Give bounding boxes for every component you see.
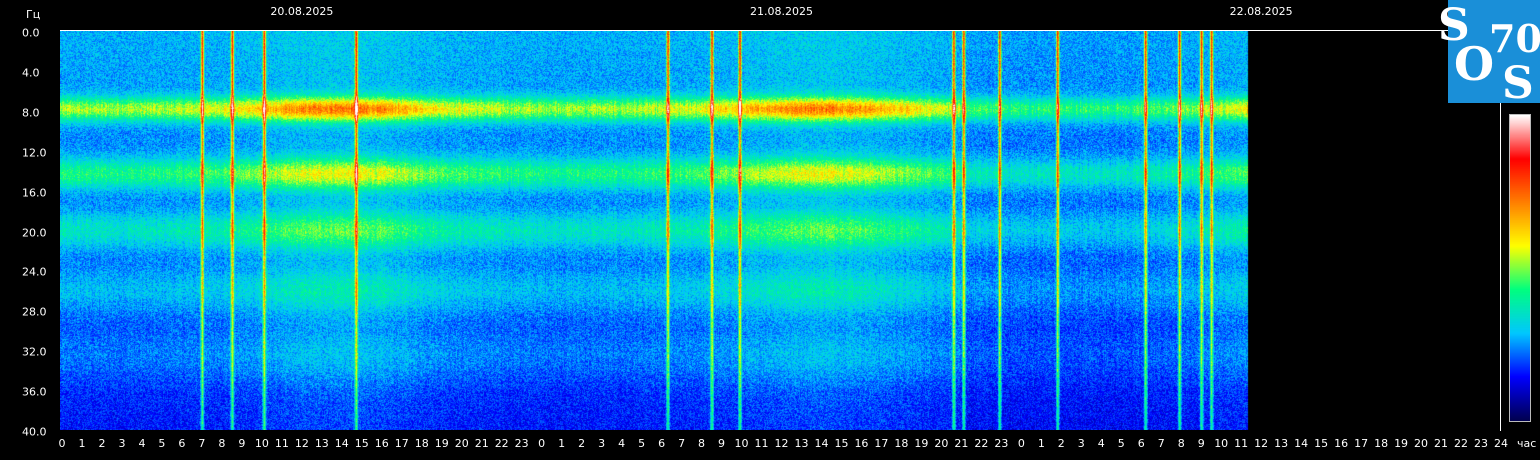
date-label: 21.08.2025 (750, 5, 813, 18)
x-tick-label: 11 (754, 437, 769, 450)
x-tick-label: 21 (1434, 437, 1449, 450)
x-tick-label: 13 (794, 437, 809, 450)
x-tick-label: 0 (58, 437, 66, 450)
x-tick-label: 3 (598, 437, 606, 450)
x-tick-label: 9 (1197, 437, 1205, 450)
x-tick-label: 23 (994, 437, 1009, 450)
color-scale-bar (1509, 114, 1531, 422)
x-tick-label: 23 (514, 437, 529, 450)
x-tick-label: 21 (474, 437, 489, 450)
x-tick-label: 4 (618, 437, 626, 450)
y-tick-label: 8.0 (22, 106, 40, 120)
x-tick-label: 4 (1097, 437, 1105, 450)
x-tick-label: 2 (578, 437, 586, 450)
x-tick-label: 20 (1414, 437, 1429, 450)
x-tick-label: 9 (718, 437, 726, 450)
x-tick-label: 10 (1214, 437, 1229, 450)
x-tick-label: 16 (1334, 437, 1349, 450)
x-tick-label: 2 (98, 437, 106, 450)
x-tick-label: 4 (138, 437, 146, 450)
x-tick-label: 17 (1354, 437, 1369, 450)
x-tick-label: 16 (374, 437, 389, 450)
x-tick-label: 8 (1177, 437, 1185, 450)
x-tick-label: 15 (1314, 437, 1329, 450)
x-tick-label: 18 (1374, 437, 1389, 450)
x-tick-label: 10 (734, 437, 749, 450)
x-tick-label: 19 (914, 437, 929, 450)
x-axis-label: час (1517, 437, 1537, 450)
x-tick-label: 13 (314, 437, 329, 450)
x-tick-label: 17 (874, 437, 889, 450)
date-label: 20.08.2025 (270, 5, 334, 18)
x-tick-label: 1 (78, 437, 86, 450)
x-tick-label: 9 (238, 437, 246, 450)
x-tick-label: 0 (1017, 437, 1025, 450)
y-tick-label: 0.0 (22, 26, 40, 40)
x-tick-label: 22 (494, 437, 509, 450)
x-tick-label: 11 (274, 437, 289, 450)
x-tick-label: 22 (974, 437, 989, 450)
y-tick-label: 28.0 (22, 305, 47, 319)
x-tick-label: 14 (334, 437, 349, 450)
x-tick-label: 12 (774, 437, 789, 450)
x-tick-label: 20 (934, 437, 949, 450)
x-tick-label: 7 (678, 437, 686, 450)
svg-text:70: 70 (1489, 16, 1540, 61)
x-tick-label: 23 (1474, 437, 1488, 450)
x-tick-label: 3 (118, 437, 126, 450)
x-tick-label: 7 (1157, 437, 1165, 450)
x-tick-label: 13 (1274, 437, 1289, 450)
y-tick-label: 24.0 (22, 265, 47, 279)
y-tick-label: 32.0 (22, 345, 47, 359)
x-tick-label: 22 (1454, 437, 1469, 450)
x-tick-label: 8 (698, 437, 706, 450)
svg-text:O: O (1454, 37, 1494, 91)
x-tick-label: 19 (434, 437, 449, 450)
y-tick-label: 12.0 (22, 146, 47, 160)
x-tick-label: 12 (294, 437, 309, 450)
x-tick-label: 7 (198, 437, 206, 450)
y-tick-label: 20.0 (22, 226, 47, 239)
x-tick-label: 17 (394, 437, 409, 450)
x-tick-label: 18 (414, 437, 429, 450)
x-tick-label: 21 (954, 437, 969, 450)
x-tick-label: 8 (218, 437, 226, 450)
x-tick-label: 18 (894, 437, 909, 450)
x-tick-label: 15 (834, 437, 849, 450)
x-tick-label: 20 (454, 437, 469, 450)
x-tick-label: 15 (354, 437, 369, 450)
x-tick-label: 16 (854, 437, 869, 450)
x-tick-label: 6 (1137, 437, 1145, 450)
y-tick-label: 4.0 (22, 66, 40, 80)
x-tick-label: 2 (1057, 437, 1065, 450)
date-label: 22.08.2025 (1229, 5, 1293, 18)
x-tick-label: 1 (1037, 437, 1045, 450)
x-tick-label: 5 (158, 437, 166, 450)
x-tick-label: 24 (1494, 437, 1508, 450)
x-tick-label: 3 (1077, 437, 1085, 450)
x-tick-label: 14 (1294, 437, 1309, 450)
svg-text:S: S (1502, 58, 1534, 103)
spectrogram-chart: Гц 0.0 4.0 8.0 12.0 16.0 20.0 24.0 28.0 32.0 36.0… (0, 0, 1540, 460)
y-tick-label: 16.0 (22, 186, 47, 200)
x-tick-label: 1 (558, 437, 566, 450)
x-tick-label: 11 (1234, 437, 1249, 450)
y-tick-label: 36.0 (22, 385, 47, 399)
y-axis-label: Гц (26, 8, 41, 21)
x-tick-label: 12 (1254, 437, 1269, 450)
x-tick-label: 10 (254, 437, 269, 450)
x-tick-label: 19 (1394, 437, 1409, 450)
y-tick-label: 40.0 (22, 425, 47, 439)
x-tick-label: 0 (538, 437, 546, 450)
x-tick-label: 14 (814, 437, 829, 450)
sos70-logo: S 70 O S (1434, 0, 1540, 103)
x-tick-label: 6 (658, 437, 666, 450)
x-tick-label: 5 (638, 437, 646, 450)
x-tick-label: 6 (178, 437, 186, 450)
x-tick-label: 5 (1117, 437, 1125, 450)
spectrogram-heatmap (60, 31, 1250, 430)
